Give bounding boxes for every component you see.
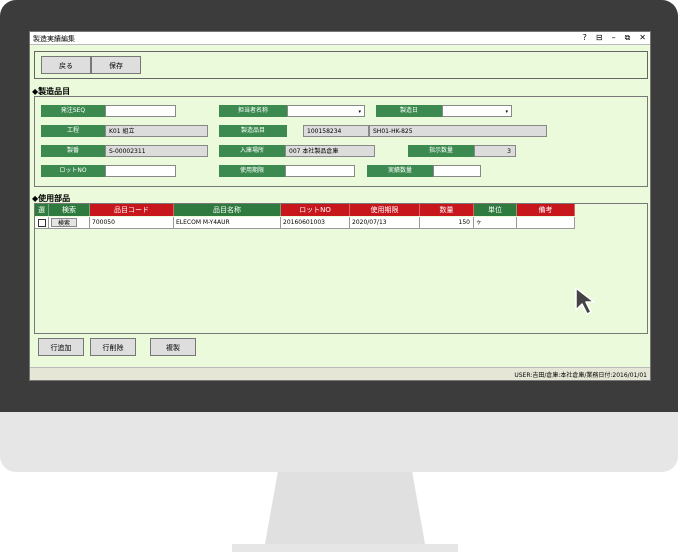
add-row-button[interactable]: 行追加 [38, 338, 84, 356]
parts-grid: 選 検索 品目コード 品目名称 ロットNO 使用期限 数量 単位 備考 検索 7… [34, 203, 648, 334]
row-select-cell [35, 217, 49, 229]
manufactured-item-panel: 発注SEQ 担当者名称 ▾ 製造日 ▾ 工程 K01 組立 製造品目 10015… [34, 96, 648, 187]
mfg-item-label: 製造品目 [219, 125, 287, 137]
row-unit: ヶ [474, 217, 517, 229]
row-item-code[interactable]: 700050 [90, 217, 174, 229]
status-text: USER:吉田/倉庫:本社倉庫/業務日付:2016/01/01 [514, 372, 647, 379]
storage-label: 入庫場所 [219, 145, 285, 157]
delete-row-button[interactable]: 行削除 [90, 338, 136, 356]
mouse-pointer-icon [575, 287, 595, 315]
window-title: 製造実績編集 [33, 35, 75, 43]
order-seq-input[interactable] [105, 105, 176, 117]
column-header-item-name: 品目名称 [174, 204, 281, 216]
back-button[interactable]: 戻る [41, 56, 91, 74]
copy-button[interactable]: 複製 [150, 338, 196, 356]
column-header-qty: 数量 [420, 204, 474, 216]
mfg-date-select[interactable]: ▾ [442, 105, 512, 117]
process-field: K01 組立 [105, 125, 208, 137]
staff-label: 担当者名称 [219, 105, 287, 117]
app-window: 製造実績編集 ? ⊟ – ⧉ ✕ 戻る 保存 ◆製造品目 発注SEQ 担当者名称… [29, 31, 651, 381]
lot-input[interactable] [105, 165, 176, 177]
chevron-down-icon: ▾ [505, 109, 508, 115]
lot-label: ロットNO [41, 165, 105, 177]
monitor-stand-base [232, 544, 458, 552]
status-bar: USER:吉田/倉庫:本社倉庫/業務日付:2016/01/01 [30, 367, 650, 380]
column-header-select: 選 [35, 204, 49, 216]
staff-select[interactable]: ▾ [287, 105, 365, 117]
minimize-icon[interactable]: – [612, 33, 616, 43]
instructed-qty-field: 3 [474, 145, 516, 157]
maximize-icon[interactable]: ⧉ [625, 33, 631, 43]
chevron-down-icon: ▾ [358, 109, 361, 115]
column-header-search: 検索 [49, 204, 90, 216]
expiry-label: 使用期限 [219, 165, 285, 177]
column-header-expiry: 使用期限 [350, 204, 420, 216]
close-icon[interactable]: ✕ [639, 33, 646, 43]
column-header-unit: 単位 [474, 204, 517, 216]
row-search-cell: 検索 [49, 217, 90, 229]
monitor-stand [265, 472, 425, 544]
mfg-item-name-field: SH01-HK-825 [369, 125, 547, 137]
row-note[interactable] [517, 217, 575, 229]
process-label: 工程 [41, 125, 105, 137]
storage-field: 007 本社製品倉庫 [285, 145, 375, 157]
column-header-note: 備考 [517, 204, 575, 216]
mfg-date-label: 製造日 [376, 105, 442, 117]
actual-qty-label: 実績数量 [367, 165, 433, 177]
expiry-input[interactable] [285, 165, 355, 177]
monitor-chin [0, 412, 678, 472]
serial-label: 製番 [41, 145, 105, 157]
row-qty[interactable]: 150 [420, 217, 474, 229]
layout-icon[interactable]: ⊟ [596, 33, 603, 43]
row-expiry[interactable]: 2020/07/13 [350, 217, 420, 229]
row-lot[interactable]: 20160601003 [281, 217, 350, 229]
mfg-item-code-field: 100158234 [303, 125, 369, 137]
order-seq-label: 発注SEQ [41, 105, 105, 117]
row-item-name: ELECOM M-Y4AUR [174, 217, 281, 229]
title-bar: 製造実績編集 ? ⊟ – ⧉ ✕ [30, 32, 650, 45]
toolbar: 戻る 保存 [34, 51, 648, 79]
checkbox-icon[interactable] [38, 219, 46, 227]
serial-field: S-00002311 [105, 145, 208, 157]
actual-qty-input[interactable] [433, 165, 481, 177]
instructed-qty-label: 指示数量 [408, 145, 474, 157]
help-icon[interactable]: ? [583, 33, 587, 43]
row-search-button[interactable]: 検索 [51, 218, 77, 227]
column-header-item-code: 品目コード [90, 204, 174, 216]
column-header-lot: ロットNO [281, 204, 350, 216]
save-button[interactable]: 保存 [91, 56, 141, 74]
